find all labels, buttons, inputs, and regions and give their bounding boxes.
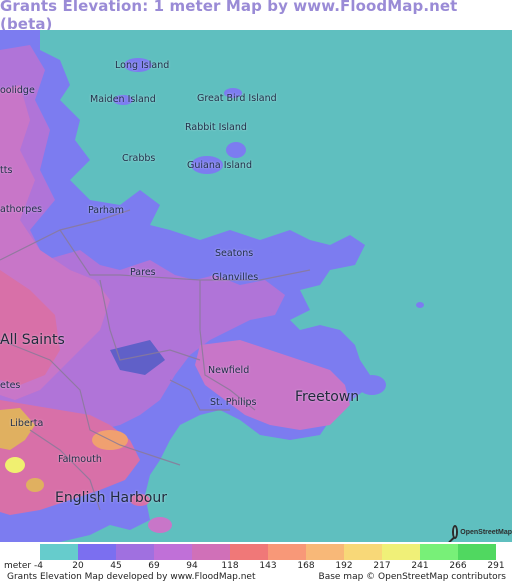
east-islet <box>358 375 386 395</box>
legend-swatch <box>78 544 116 560</box>
place-guiana-island: Guiana Island <box>187 160 252 171</box>
place-falmouth: Falmouth <box>58 454 102 465</box>
place-jennings-partial: etes <box>0 380 21 391</box>
place-parham: Parham <box>88 205 124 216</box>
magnifier-icon <box>452 525 459 539</box>
map-terrain <box>0 30 512 542</box>
page-title: Grants Elevation: 1 meter Map by www.Flo… <box>0 0 458 33</box>
hill-d <box>148 517 172 533</box>
place-coolidge-partial: oolidge <box>0 85 35 96</box>
legend-ticks: 20 45 69 94 118 143 168 192 217 241 266 … <box>0 561 512 572</box>
legend-swatch <box>344 544 382 560</box>
legend-swatch <box>420 544 458 560</box>
summit-b <box>26 478 44 492</box>
elevation-map[interactable]: Long Island Maiden Island Great Bird Isl… <box>0 30 512 542</box>
legend-tick: 45 <box>110 561 122 571</box>
legend-swatch <box>154 544 192 560</box>
credit-osm[interactable]: Base map © OpenStreetMap contributors <box>319 572 506 582</box>
place-pares: Pares <box>130 267 156 278</box>
small-island-a <box>226 142 246 158</box>
legend-swatch <box>382 544 420 560</box>
legend-swatch <box>40 544 78 560</box>
legend-tick: 143 <box>259 561 277 571</box>
place-cedar-grove-partial: athorpes <box>0 204 43 215</box>
place-crabbs: Crabbs <box>122 153 156 164</box>
place-liberta: Liberta <box>10 418 44 429</box>
legend-tick: 118 <box>221 561 239 571</box>
place-newfield: Newfield <box>208 365 250 376</box>
legend-swatch <box>230 544 268 560</box>
place-great-bird-island: Great Bird Island <box>197 93 277 104</box>
islet-b <box>416 302 424 308</box>
legend-tick: 168 <box>297 561 315 571</box>
place-st-philips: St. Philips <box>210 397 257 408</box>
place-maiden-island: Maiden Island <box>90 94 156 105</box>
legend-tick: 20 <box>72 561 84 571</box>
legend-swatches <box>40 544 496 560</box>
place-all-saints: All Saints <box>0 332 65 348</box>
credit-floodmap[interactable]: Grants Elevation Map developed by www.Fl… <box>7 572 255 582</box>
place-glanvilles: Glanvilles <box>212 272 259 283</box>
place-freetown: Freetown <box>295 389 360 405</box>
place-english-harbour: English Harbour <box>55 490 167 506</box>
legend-tick: 241 <box>411 561 429 571</box>
summit-a <box>5 457 25 473</box>
legend-tick: 217 <box>373 561 391 571</box>
place-long-island: Long Island <box>115 60 170 71</box>
legend-swatch <box>306 544 344 560</box>
osm-logo[interactable]: OpenStreetMap <box>452 522 512 542</box>
legend-swatch <box>458 544 496 560</box>
osm-logo-text: OpenStreetMap <box>460 528 512 536</box>
title-bar: Grants Elevation: 1 meter Map by www.Flo… <box>0 0 512 33</box>
legend-tick: 94 <box>186 561 198 571</box>
legend-swatch <box>192 544 230 560</box>
legend-swatch <box>116 544 154 560</box>
legend-tick: 266 <box>449 561 467 571</box>
place-rabbit-island: Rabbit Island <box>185 122 247 133</box>
legend-swatch <box>268 544 306 560</box>
elevation-legend: meter -4 20 45 69 94 118 143 168 192 217… <box>0 542 512 582</box>
legend-tick: 291 <box>487 561 505 571</box>
legend-tick: 69 <box>148 561 160 571</box>
legend-tick: 192 <box>335 561 353 571</box>
place-potts-partial: tts <box>0 165 13 176</box>
place-seatons: Seatons <box>215 248 254 259</box>
